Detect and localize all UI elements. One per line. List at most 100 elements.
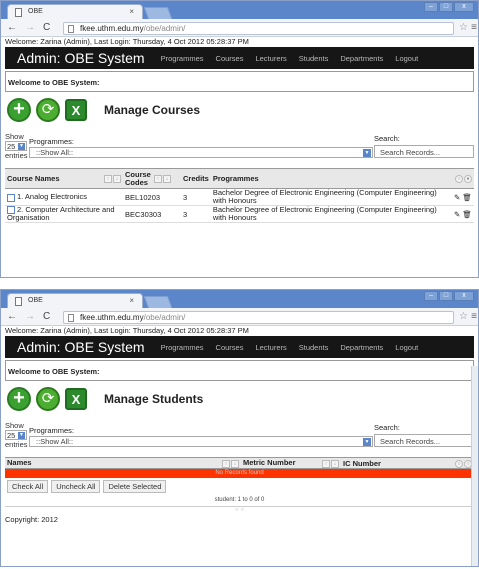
chevron-down-icon: ▼ [363,438,371,446]
sort-up-icon[interactable]: ↑ [222,459,230,468]
page-icon [15,8,22,17]
maximize-button[interactable]: □ [439,2,453,12]
search-label: Search: [374,423,400,432]
row-actions: ✎ 🗑 [452,188,474,206]
tab-close-icon[interactable]: × [129,296,134,305]
programmes-select[interactable]: ::Show All:: ▼ [29,436,373,447]
col-programmes[interactable]: Programmes [210,168,452,189]
programmes-select[interactable]: ::Show All:: ▼ [29,147,373,158]
nav-link-courses[interactable]: Courses [216,343,244,352]
nav-link-programmes[interactable]: Programmes [161,54,204,63]
title-bar: OBE × – □ x [1,290,478,308]
check-all-button[interactable]: Check All [7,480,49,493]
entries-length-select[interactable]: 25 ▼ [5,141,27,151]
new-tab-button[interactable] [143,296,173,308]
entries-label: entries [5,151,28,160]
nav-link-logout[interactable]: Logout [395,54,418,63]
forward-arrow-icon[interactable]: → [25,311,35,322]
col-course-names[interactable]: Course Names ↑ ↓ [5,168,123,189]
entries-label: entries [5,440,28,449]
col-names[interactable]: Names ↑ ↓ [5,457,241,469]
menu-icon[interactable]: ≡ [471,22,477,33]
refresh-icon[interactable]: ⟳ [36,98,60,122]
new-tab-button[interactable] [143,7,173,19]
browser-tab[interactable]: OBE × [7,4,143,19]
course-programme: Bachelor Degree of Electronic Engineerin… [210,188,452,206]
uncheck-all-button[interactable]: Uncheck All [51,480,101,493]
col-actions: ○ ● [452,168,474,189]
site-header: Admin: OBE System Programmes Courses Lec… [5,336,474,358]
entries-length-value: 25 [7,142,16,151]
entries-length-select[interactable]: 25 ▼ [5,430,27,440]
course-code: BEC30303 [123,205,181,224]
nav-link-departments[interactable]: Departments [340,54,383,63]
sort-up-icon[interactable]: ↑ [104,175,112,183]
forward-arrow-icon[interactable]: → [25,22,35,33]
nav-link-programmes[interactable]: Programmes [161,343,204,352]
bookmark-star-icon[interactable]: ☆ [459,311,468,322]
col-ic-number[interactable]: IC Number [341,457,452,469]
show-label: Show [5,132,24,141]
nav-link-lecturers[interactable]: Lecturers [255,343,286,352]
back-arrow-icon[interactable]: ← [7,22,17,33]
nav-link-students[interactable]: Students [299,343,329,352]
course-name-cell: 2. Computer Architecture and Organisatio… [5,205,123,224]
add-icon[interactable]: + [7,98,31,122]
delete-icon[interactable]: 🗑 [462,193,472,202]
nav-link-students[interactable]: Students [299,54,329,63]
sort-down-icon[interactable]: ↓ [163,174,171,183]
edit-icon[interactable]: ✎ [454,210,460,219]
site-header: Admin: OBE System Programmes Courses Lec… [5,47,474,69]
courses-table: Course Names ↑ ↓ Course Codes ↑ ↓ Credits Pr… [5,168,474,224]
nav-link-departments[interactable]: Departments [340,343,383,352]
entries-length-value: 25 [7,431,16,440]
edit-icon[interactable]: ✎ [454,193,460,202]
course-credits: 3 [181,205,211,224]
menu-icon[interactable]: ≡ [471,311,477,322]
prev-page-icon[interactable]: ○ [235,507,239,513]
minimize-button[interactable]: – [424,291,438,301]
course-name: 1. Analog Electronics [17,192,88,202]
excel-export-icon[interactable]: X [65,99,87,121]
minimize-button[interactable]: – [424,2,438,12]
search-input[interactable]: Search Records... [374,434,474,447]
bookmark-star-icon[interactable]: ☆ [459,22,468,33]
nav-link-lecturers[interactable]: Lecturers [255,54,286,63]
back-arrow-icon[interactable]: ← [7,311,17,322]
sort-down-icon[interactable]: ↓ [331,459,339,468]
delete-icon[interactable]: 🗑 [462,210,472,219]
col-label: Names [7,458,32,468]
nav-link-courses[interactable]: Courses [216,54,244,63]
address-bar[interactable]: fkee.uthm.edu.my/obe/admin/ [63,22,454,35]
scrollbar[interactable] [471,366,478,566]
browser-tab[interactable]: OBE × [7,293,143,308]
refresh-icon[interactable]: ⟳ [36,387,60,411]
url-path: /obe/admin/ [143,24,186,33]
navigation-bar: ← → C fkee.uthm.edu.my/obe/admin/ ☆ ≡ [1,19,478,37]
next-page-icon[interactable]: ○ [240,507,244,513]
nav-link-logout[interactable]: Logout [395,343,418,352]
show-entries: Show 25 ▼ entries [5,421,28,449]
col-credits[interactable]: Credits [181,168,211,189]
add-icon[interactable]: + [7,387,31,411]
address-bar[interactable]: fkee.uthm.edu.my/obe/admin/ [63,311,454,324]
close-window-button[interactable]: x [454,2,474,12]
browser-window-students: OBE × – □ x ← → C fkee.uthm.edu.my/obe/a… [0,289,479,567]
maximize-button[interactable]: □ [439,291,453,301]
col-label: Course Codes [125,169,151,187]
tab-close-icon[interactable]: × [129,7,134,16]
delete-selected-button[interactable]: Delete Selected [103,480,167,493]
sort-down-icon[interactable]: ↓ [113,175,121,183]
row-checkbox[interactable] [7,193,15,202]
sort-down-icon[interactable]: ↓ [231,459,239,468]
col-metric-number[interactable]: Metric Number ↑ ↓ [241,457,341,469]
search-input[interactable]: Search Records... [374,145,474,158]
col-course-codes[interactable]: Course Codes ↑ ↓ [123,168,181,189]
sort-up-icon[interactable]: ↑ [154,174,162,183]
close-window-button[interactable]: x [454,291,474,301]
excel-export-icon[interactable]: X [65,388,87,410]
course-name: 2. Computer Architecture and Organisatio… [7,205,115,223]
reload-icon[interactable]: C [43,22,50,33]
reload-icon[interactable]: C [43,311,50,322]
sort-up-icon[interactable]: ↑ [322,459,330,468]
